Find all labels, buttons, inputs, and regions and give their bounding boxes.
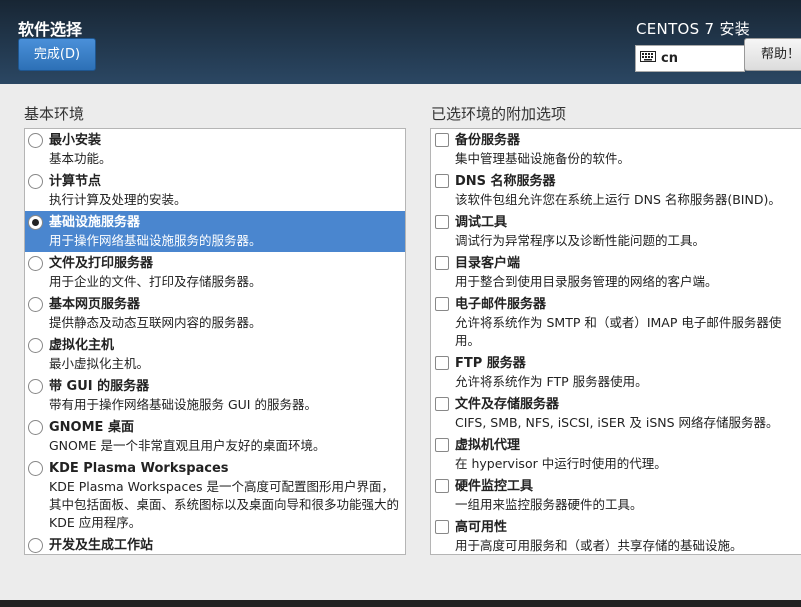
base-env-title: 基本环境 [24, 105, 85, 123]
checkbox[interactable] [435, 174, 449, 188]
addon-option[interactable]: 硬件监控工具一组用来监控服务器硬件的工具。 [431, 475, 801, 516]
done-button[interactable]: 完成(D) [18, 38, 96, 71]
base-env-option[interactable]: 基础设施服务器用于操作网络基础设施服务的服务器。 [25, 211, 405, 252]
page-title: 软件选择 [18, 20, 83, 39]
radio-button[interactable] [28, 338, 43, 353]
checkbox[interactable] [435, 215, 449, 229]
base-env-option[interactable]: KDE Plasma Workspaces KDE Plasma Workspac… [25, 457, 405, 534]
checkbox[interactable] [435, 297, 449, 311]
option-name: 基础设施服务器 [49, 215, 141, 230]
checkbox[interactable] [435, 356, 449, 370]
option-name: DNS 名称服务器 [455, 174, 556, 189]
checkbox[interactable] [435, 479, 449, 493]
option-description: 在 hypervisor 中运行时使用的代理。 [455, 456, 667, 471]
help-button[interactable]: 帮助！ [744, 38, 801, 71]
option-description: CIFS, SMB, NFS, iSCSI, iSER 及 iSNS 网络存储服… [455, 415, 779, 430]
checkbox[interactable] [435, 438, 449, 452]
keyboard-icon [640, 46, 656, 71]
option-name: 高可用性 [455, 520, 508, 535]
addon-option[interactable]: 调试工具调试行为异常程序以及诊断性能问题的工具。 [431, 211, 801, 252]
radio-button[interactable] [28, 538, 43, 553]
option-description: 用于高度可用服务和（或者）共享存储的基础设施。 [455, 538, 743, 553]
option-name: FTP 服务器 [455, 356, 526, 371]
option-name: 最小安装 [49, 133, 102, 148]
radio-button[interactable] [28, 297, 43, 312]
option-name: 计算节点 [49, 174, 102, 189]
option-description: 基本功能。 [49, 151, 112, 166]
option-name: 带 GUI 的服务器 [49, 379, 150, 394]
option-name: 调试工具 [455, 215, 508, 230]
addon-option[interactable]: 高可用性用于高度可用服务和（或者）共享存储的基础设施。 [431, 516, 801, 554]
option-description: 该软件包组允许您在系统上运行 DNS 名称服务器(BIND)。 [455, 192, 781, 207]
addon-option[interactable]: 目录客户端用于整合到使用目录服务管理的网络的客户端。 [431, 252, 801, 293]
option-description: 提供静态及动态互联网内容的服务器。 [49, 315, 262, 330]
base-env-option[interactable]: 开发及生成工作站用于软件、硬件、图形或者内容开发的工作站。 [25, 534, 405, 554]
option-name: 虚拟化主机 [49, 338, 115, 353]
option-name: 硬件监控工具 [455, 479, 534, 494]
option-name: KDE Plasma Workspaces [49, 461, 229, 476]
base-env-list[interactable]: 最小安装基本功能。计算节点执行计算及处理的安装。 基础设施服务器用于操作网络基础设… [24, 128, 406, 555]
option-description: 带有用于操作网络基础设施服务 GUI 的服务器。 [49, 397, 317, 412]
base-env-option[interactable]: 文件及打印服务器用于企业的文件、打印及存储服务器。 [25, 252, 405, 293]
option-name: 开发及生成工作站 [49, 538, 154, 553]
option-name: GNOME 桌面 [49, 420, 134, 435]
radio-button[interactable] [28, 420, 43, 435]
option-name: 文件及存储服务器 [455, 397, 560, 412]
base-env-option[interactable]: 计算节点执行计算及处理的安装。 [25, 170, 405, 211]
checkbox[interactable] [435, 520, 449, 534]
option-name: 目录客户端 [455, 256, 521, 271]
addon-option[interactable]: 文件及存储服务器 CIFS, SMB, NFS, iSCSI, iSER 及 iS… [431, 393, 801, 434]
bottom-bar [0, 600, 801, 607]
option-name: 文件及打印服务器 [49, 256, 154, 271]
addon-option[interactable]: 电子邮件服务器允许将系统作为 SMTP 和（或者）IMAP 电子邮件服务器使用。 [431, 293, 801, 352]
base-env-option[interactable]: 带 GUI 的服务器带有用于操作网络基础设施服务 GUI 的服务器。 [25, 375, 405, 416]
header-bar: 软件选择 完成(D) CENTOS 7 安装 cn 帮助！ [0, 0, 801, 84]
option-description: 一组用来监控服务器硬件的工具。 [455, 497, 643, 512]
radio-button[interactable] [28, 461, 43, 476]
checkbox[interactable] [435, 397, 449, 411]
keyboard-layout-indicator[interactable]: cn [635, 45, 745, 72]
radio-button[interactable] [28, 174, 43, 189]
addons-title: 已选环境的附加选项 [431, 105, 567, 123]
option-description: GNOME 是一个非常直观且用户友好的桌面环境。 [49, 438, 326, 453]
option-description: 执行计算及处理的安装。 [49, 192, 187, 207]
base-env-option[interactable]: 虚拟化主机最小虚拟化主机。 [25, 334, 405, 375]
option-name: 电子邮件服务器 [455, 297, 547, 312]
checkbox[interactable] [435, 256, 449, 270]
base-env-option[interactable]: 基本网页服务器提供静态及动态互联网内容的服务器。 [25, 293, 405, 334]
option-description: 集中管理基础设施备份的软件。 [455, 151, 631, 166]
addon-option[interactable]: FTP 服务器允许将系统作为 FTP 服务器使用。 [431, 352, 801, 393]
option-name: 虚拟机代理 [455, 438, 521, 453]
keyboard-layout-label: cn [661, 51, 678, 66]
option-description: 调试行为异常程序以及诊断性能问题的工具。 [455, 233, 706, 248]
base-env-option[interactable]: GNOME 桌面 GNOME 是一个非常直观且用户友好的桌面环境。 [25, 416, 405, 457]
option-description: 用于企业的文件、打印及存储服务器。 [49, 274, 262, 289]
option-description: 最小虚拟化主机。 [49, 356, 150, 371]
option-description: 用于操作网络基础设施服务的服务器。 [49, 233, 262, 248]
base-env-option[interactable]: 最小安装 基本功能。 [25, 129, 405, 170]
option-name: 备份服务器 [455, 133, 521, 148]
option-name: 基本网页服务器 [49, 297, 141, 312]
option-description: 允许将系统作为 SMTP 和（或者）IMAP 电子邮件服务器使用。 [455, 315, 782, 348]
radio-button[interactable] [28, 133, 43, 148]
addon-option[interactable]: 备份服务器集中管理基础设施备份的软件。 [431, 129, 801, 170]
checkbox[interactable] [435, 133, 449, 147]
option-description: 允许将系统作为 FTP 服务器使用。 [455, 374, 648, 389]
option-description: KDE Plasma Workspaces 是一个高度可配置图形用户界面，其中包… [49, 479, 400, 530]
addons-list[interactable]: 备份服务器 集中管理基础设施备份的软件。 DNS 名称服务器 该软件包组允许您在系统上… [430, 128, 801, 555]
radio-button[interactable] [28, 379, 43, 394]
option-description: 用于整合到使用目录服务管理的网络的客户端。 [455, 274, 718, 289]
addon-option[interactable]: 虚拟机代理在 hypervisor 中运行时使用的代理。 [431, 434, 801, 475]
radio-button[interactable] [28, 215, 43, 230]
product-title: CENTOS 7 安装 [636, 20, 751, 38]
addon-option[interactable]: DNS 名称服务器该软件包组允许您在系统上运行 DNS 名称服务器(BIND)。 [431, 170, 801, 211]
radio-button[interactable] [28, 256, 43, 271]
